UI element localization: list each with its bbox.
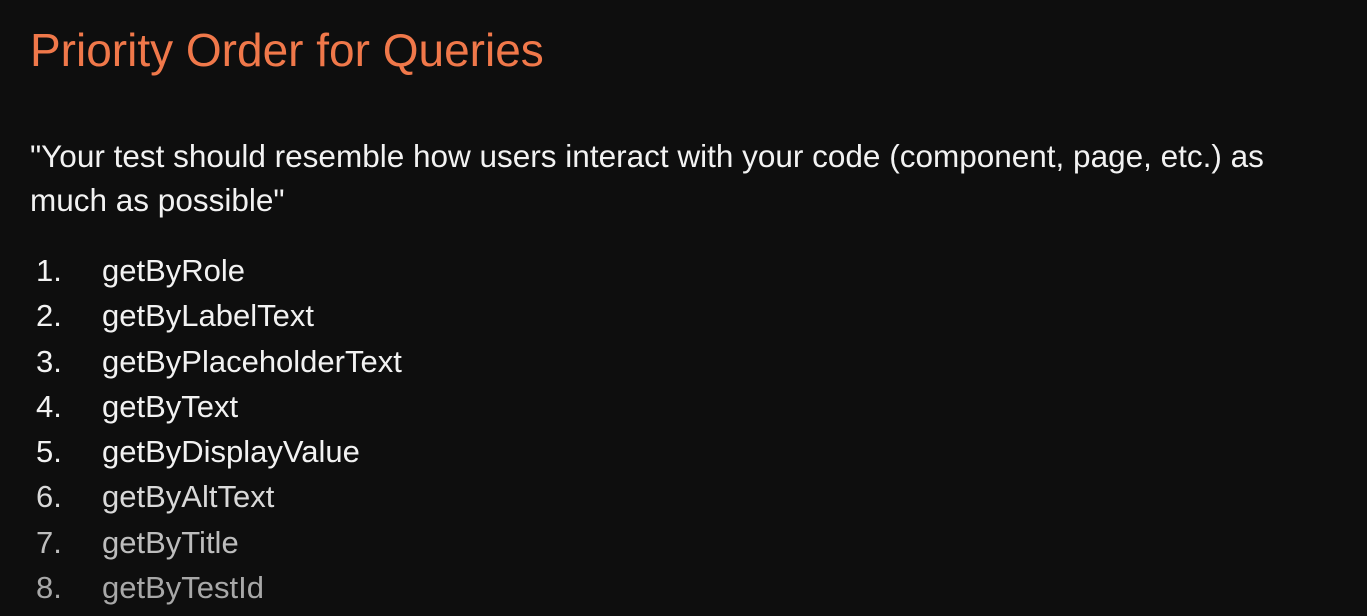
list-item-number: 7. — [36, 524, 62, 560]
slide-title: Priority Order for Queries — [30, 24, 544, 76]
slide-quote: "Your test should resemble how users int… — [30, 138, 1264, 218]
list-item-label: getByDisplayValue — [102, 434, 360, 470]
list-item-label: getByLabelText — [102, 298, 314, 334]
list-item-number: 2. — [36, 298, 62, 334]
list-item-number: 6. — [36, 479, 62, 515]
list-item-number: 4. — [36, 388, 62, 424]
list-item-label: getByAltText — [102, 479, 275, 515]
list-item-number: 8. — [36, 570, 62, 606]
list-item: 5. getByDisplayValue — [36, 429, 402, 474]
list-item-label: getByRole — [102, 253, 246, 288]
list-item: 2. getByLabelText — [36, 293, 402, 338]
list-item: 4. getByText — [36, 384, 402, 429]
query-priority-list: 1. getByRole 2. getByLabelText 3. getByP… — [36, 248, 402, 610]
list-item-label: getByPlaceholderText — [102, 343, 402, 379]
list-item: 7. getByTitle — [36, 520, 402, 565]
list-item: 8. getByTestId — [36, 565, 402, 610]
list-item-number: 5. — [36, 434, 62, 470]
slide: Priority Order for Queries "Your test sh… — [0, 0, 1367, 616]
list-item-number: 1. — [36, 253, 62, 288]
list-item-label: getByText — [102, 388, 239, 424]
list-item-label: getByTestId — [102, 570, 264, 606]
list-item-label: getByTitle — [102, 524, 239, 560]
list-item-number: 3. — [36, 343, 62, 379]
list-item: 3. getByPlaceholderText — [36, 339, 402, 384]
list-item: 1. getByRole — [36, 248, 402, 293]
list-item: 6. getByAltText — [36, 474, 402, 519]
